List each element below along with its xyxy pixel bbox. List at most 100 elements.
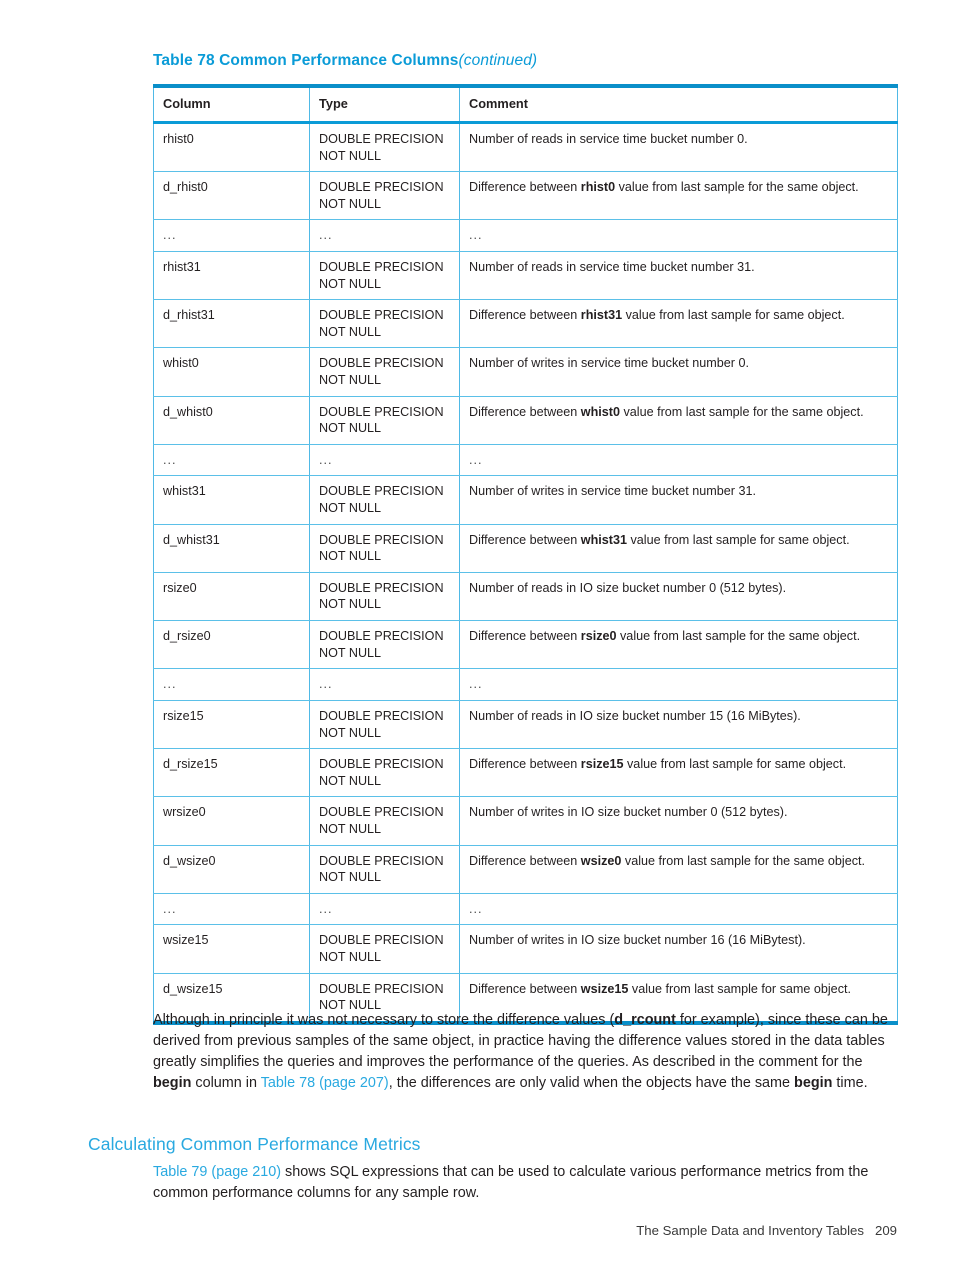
footer-page-number: 209 [874,1223,897,1238]
comment-text-pre: Difference between [469,532,581,547]
cell-column-type: DOUBLE PRECISION NOT NULL [309,171,460,221]
table-row: d_whist31 DOUBLE PRECISION NOT NULL Differ… [153,524,898,573]
table-caption: Table 78 Common Performance Columns(cont… [153,52,898,70]
para-bold-begin-2: begin [794,1074,833,1091]
cell-column-comment: ... [459,444,898,477]
comment-text-pre: Difference between [469,757,581,772]
table-row: d_rhist31 DOUBLE PRECISION NOT NULL Differ… [153,299,898,349]
table-row: wsize15 DOUBLE PRECISION NOT NULL Number o… [153,924,898,974]
comment-text-pre: ... [469,677,483,692]
table-row: rhist31 DOUBLE PRECISION NOT NULL Number o… [153,251,898,301]
cell-column-name: d_wsize0 [153,845,310,894]
comment-text-post: value from last sample for same object. [623,757,847,772]
table-row: ......... [153,893,898,926]
cell-column-name: wrsize0 [153,796,310,846]
table-row: d_rhist0 DOUBLE PRECISION NOT NULL Differe… [153,171,898,221]
page-footer: The Sample Data and Inventory Tables 209 [636,1223,897,1238]
cell-column-name: ... [153,893,310,926]
cell-column-name: wsize15 [153,924,310,974]
column-header-type: Type [309,83,460,124]
comment-text-pre: Number of reads in service time bucket n… [469,259,755,274]
comment-text-post: value from last sample for the same obje… [621,853,865,868]
section-heading-calculating-common-performance-metrics: Calculating Common Performance Metrics [88,1133,421,1154]
cell-column-type: ... [309,668,460,701]
cell-column-comment: Number of reads in IO size bucket number… [459,572,898,622]
cell-column-comment: Number of reads in service time bucket n… [459,251,898,301]
cell-column-type: DOUBLE PRECISION NOT NULL [309,572,460,622]
comment-bold-reference: whist31 [580,532,627,547]
cell-column-name: d_rsize15 [153,748,310,798]
cell-column-type: ... [309,444,460,477]
cell-column-type: DOUBLE PRECISION NOT NULL [309,620,460,670]
cell-column-name: ... [153,444,310,477]
comment-text-post: value from last sample for the same obje… [620,404,864,419]
para-text-5: time. [832,1074,868,1091]
cell-column-name: rsize0 [153,572,310,622]
cell-column-comment: Difference between wsize0 value from las… [459,845,898,894]
cell-column-name: rhist31 [153,251,310,301]
cell-column-type: ... [309,219,460,252]
document-page: Table 78 Common Performance Columns(cont… [0,0,954,1271]
comment-text-pre: ... [469,901,483,916]
cell-column-name: d_whist31 [153,524,310,573]
cell-column-type: DOUBLE PRECISION NOT NULL [309,796,460,846]
comment-text-pre: Number of writes in service time bucket … [469,356,749,371]
comment-text-pre: Difference between [469,404,581,419]
cell-column-type: DOUBLE PRECISION NOT NULL [309,251,460,301]
table-row: ......... [153,219,898,252]
comment-text-pre: Number of reads in service time bucket n… [469,131,748,146]
comment-text-pre: Difference between [469,853,581,868]
table-row: d_wsize0 DOUBLE PRECISION NOT NULL Differe… [153,845,898,894]
cell-column-comment: Number of writes in service time bucket … [459,347,898,397]
comment-text-pre: Number of writes in IO size bucket numbe… [469,805,788,820]
cell-column-comment: Difference between rhist31 value from la… [459,299,898,349]
cell-column-type: DOUBLE PRECISION NOT NULL [309,924,460,974]
comment-text-pre: Difference between [469,180,581,195]
para-text-1: Although in principle it was not necessa… [153,1012,615,1029]
cell-column-type: DOUBLE PRECISION NOT NULL [309,122,460,173]
para-bold-d-rcount: d_rcount [614,1012,676,1029]
comment-text-pre: Difference between [469,629,581,644]
cell-column-type: DOUBLE PRECISION NOT NULL [309,396,460,445]
cell-column-comment: Number of writes in IO size bucket numbe… [459,796,898,846]
para-text-3: column in [191,1074,261,1091]
table-caption-continued: (continued) [458,52,538,69]
cell-column-comment: Difference between whist31 value from la… [459,524,898,573]
cross-reference-table-79[interactable]: Table 79 (page 210) [153,1164,281,1180]
comment-text-pre: Difference between [469,308,581,323]
cross-reference-table-78[interactable]: Table 78 (page 207) [261,1075,389,1091]
cell-column-name: rsize15 [153,700,310,750]
cell-column-comment: Difference between rhist0 value from las… [459,171,898,221]
cell-column-name: whist31 [153,475,310,525]
cell-column-name: whist0 [153,347,310,397]
comment-text-post: value from last sample for same object. [622,308,845,323]
comment-text-post: value from last sample for same object. [628,981,851,996]
table-row: rsize15 DOUBLE PRECISION NOT NULL Number o… [153,700,898,750]
cell-column-type: DOUBLE PRECISION NOT NULL [309,524,460,573]
comment-text-pre: Number of writes in service time bucket … [469,484,756,499]
cell-column-type: ... [309,893,460,926]
column-header-comment: Comment [459,83,898,124]
cell-column-type: DOUBLE PRECISION NOT NULL [309,475,460,525]
paragraph-metrics: Table 79 (page 210) shows SQL expression… [153,1162,899,1203]
comment-bold-reference: rhist0 [580,180,616,195]
cell-column-comment: Number of writes in IO size bucket numbe… [459,924,898,974]
comment-text-pre: ... [469,452,483,467]
comment-text-pre: Number of reads in IO size bucket number… [469,708,801,723]
comment-text-pre: ... [469,228,483,243]
paragraph-difference-values: Although in principle it was not necessa… [153,1010,899,1093]
comment-text-pre: Number of reads in IO size bucket number… [469,580,787,595]
comment-bold-reference: rsize0 [580,629,617,644]
cell-column-comment: Difference between rsize15 value from la… [459,748,898,798]
cell-column-name: ... [153,668,310,701]
comment-text-pre: Number of writes in IO size bucket numbe… [469,933,806,948]
para-bold-begin-1: begin [153,1074,192,1091]
comment-bold-reference: wsize15 [580,981,629,996]
table-body: rhist0 DOUBLE PRECISION NOT NULL Number of… [153,122,898,1025]
table-header-row: Column Type Comment [153,83,898,124]
table-row: ......... [153,444,898,477]
cell-column-name: d_rhist31 [153,299,310,349]
comment-text-post: value from last sample for the same obje… [615,180,859,195]
comment-bold-reference: wsize0 [580,853,622,868]
table-row: d_rsize0 DOUBLE PRECISION NOT NULL Differe… [153,620,898,670]
